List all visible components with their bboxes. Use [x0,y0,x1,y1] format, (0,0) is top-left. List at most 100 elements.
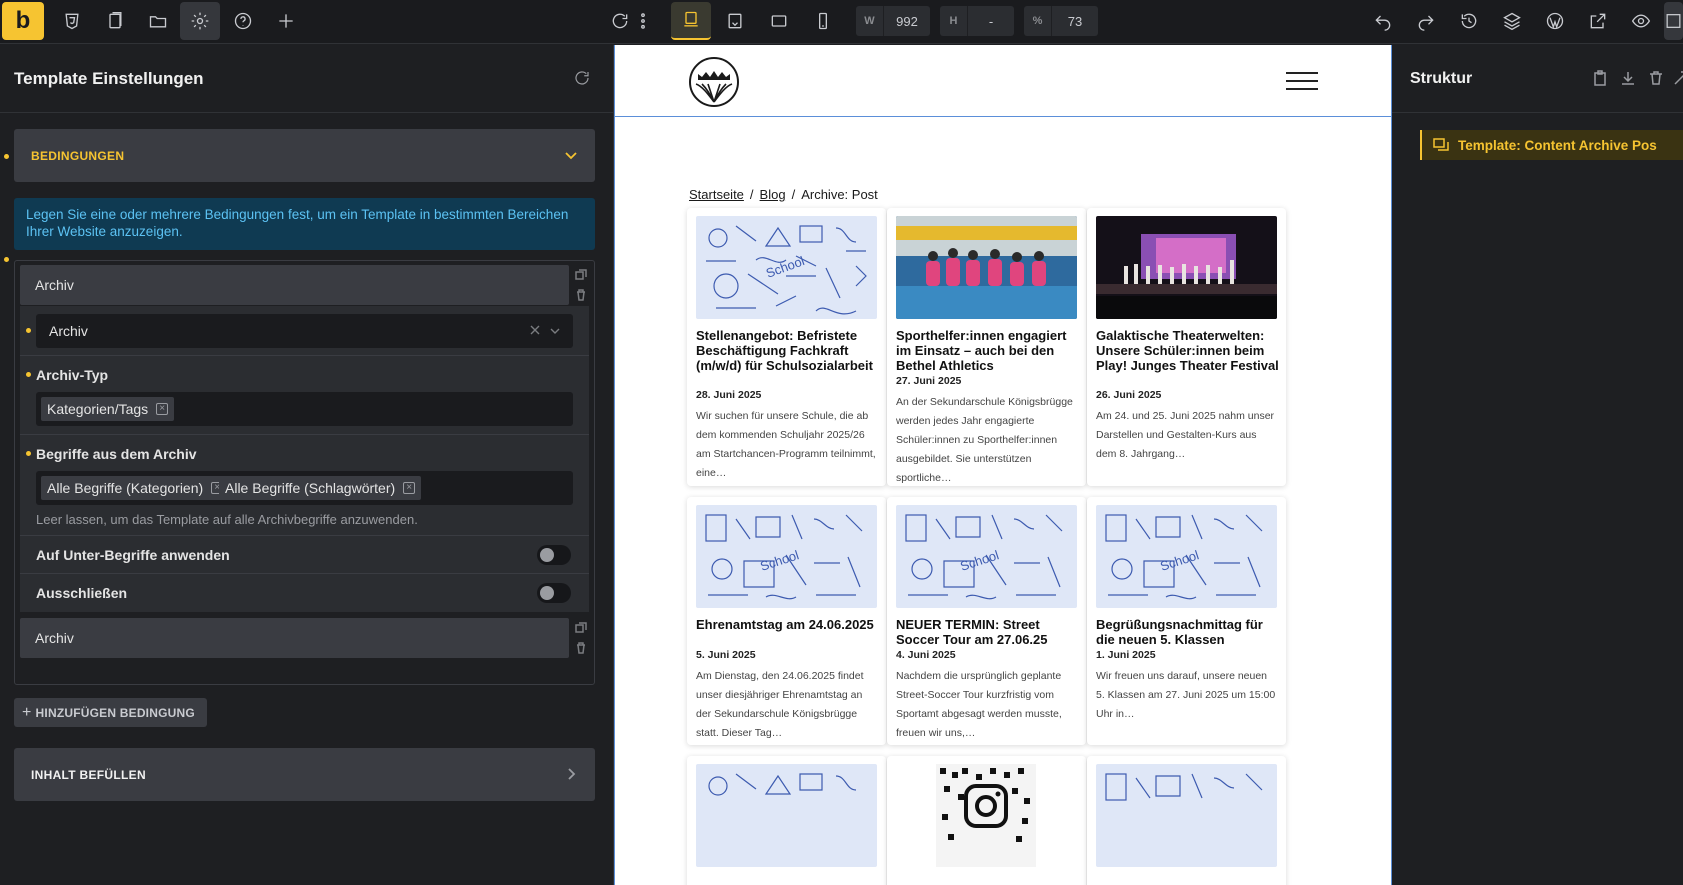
post-date: 4. Juni 2025 [896,649,956,661]
panel-toggle-icon[interactable] [1664,2,1683,40]
height-value: - [988,13,994,29]
tag-label: Kategorien/Tags [47,401,149,417]
duplicate-icon[interactable] [575,269,587,281]
doodle-thumbnail: School [696,216,877,319]
wordpress-icon[interactable] [1535,2,1575,40]
remove-tag-icon[interactable]: × [403,482,416,494]
condition-body: Archiv Archiv-Typ Kategorien/Tags × Begr… [20,306,589,612]
condition-header[interactable]: Archiv [20,618,569,658]
subterms-toggle[interactable] [537,545,571,565]
trash-icon[interactable] [575,642,587,654]
width-field[interactable]: W 992 [856,6,930,36]
shield-icon[interactable] [52,2,92,40]
post-title[interactable]: Sporthelfer:innen engagiert im Einsatz –… [896,328,1080,373]
pages-icon[interactable] [95,2,135,40]
structure-panel: Struktur Template: Content Archive Pos [1392,45,1683,885]
clear-icon[interactable] [529,324,541,336]
condition-title: Archiv [35,277,74,293]
mobile-icon[interactable] [803,2,843,40]
collapse-icon[interactable] [1673,70,1683,86]
doodle-thumbnail: School [696,505,877,608]
add-condition-button[interactable]: + HINZUFÜGEN BEDINGUNG [14,698,207,727]
template-icon [1433,138,1449,151]
tablet-portrait-icon[interactable] [759,2,799,40]
post-card[interactable] [687,756,886,885]
breadcrumb-current: Archive: Post [801,187,878,202]
reset-icon[interactable] [573,69,591,87]
redo-icon[interactable] [1406,2,1446,40]
archive-terms-multiselect[interactable]: Alle Begriffe (Kategorien) × Alle Begrif… [36,471,573,505]
modified-indicator [4,257,9,262]
height-field[interactable]: H - [940,6,1014,36]
modified-indicator [26,328,31,333]
tag-label: Alle Begriffe (Kategorien) [47,480,204,496]
archive-terms-row: Begriffe aus dem Archiv Alle Begriffe (K… [20,435,589,536]
post-card[interactable]: Galaktische Theaterwelten: Unsere Schüle… [1087,208,1286,486]
preview-canvas[interactable]: Startseite / Blog / Archive: Post School Ste… [614,45,1392,885]
post-card[interactable]: School Ehrenamtstag am 24.06.2025 5. Jun… [687,497,886,745]
condition-title: Archiv [35,630,74,646]
trash-icon[interactable] [575,289,587,301]
post-card[interactable]: School Begrüßungsnachmittag für die neue… [1087,497,1286,745]
remove-tag-icon[interactable]: × [156,403,169,415]
tablet-landscape-icon[interactable] [715,2,755,40]
archive-type-label: Archiv-Typ [36,367,109,383]
archive-type-row: Archiv-Typ Kategorien/Tags × [20,356,589,435]
post-title[interactable]: Ehrenamtstag am 24.06.2025 [696,617,880,632]
exclude-toggle[interactable] [537,583,571,603]
subterms-label: Auf Unter-Begriffe anwenden [36,547,230,563]
post-card[interactable]: Sporthelfer:innen engagiert im Einsatz –… [887,208,1086,486]
fill-content-accordion[interactable]: INHALT BEFÜLLEN [14,748,595,801]
archive-select[interactable]: Archiv [36,314,573,348]
download-icon[interactable] [1620,70,1636,86]
term-tag-categories: Alle Begriffe (Kategorien) × [41,476,230,500]
panel-title: Template Einstellungen [14,68,204,88]
post-title[interactable]: Stellenangebot: Befristete Beschäftigung… [696,328,880,373]
template-settings-panel: Template Einstellungen BEDINGUNGEN Legen… [0,45,614,885]
layers-icon[interactable] [1492,2,1532,40]
history-icon[interactable] [1449,2,1489,40]
chevron-down-icon [565,152,577,160]
school-logo-icon[interactable] [688,56,740,108]
post-card[interactable] [887,756,1086,885]
post-card[interactable]: School Stellenangebot: Befristete Beschä… [687,208,886,486]
more-vertical-icon[interactable] [633,2,653,40]
pool-photo-thumbnail [896,216,1077,319]
qr-code-thumbnail [896,764,1077,867]
term-tag-tags: Alle Begriffe (Schlagwörter) × [219,476,422,500]
breadcrumb-blog-link[interactable]: Blog [760,187,786,202]
post-title[interactable]: Begrüßungsnachmittag für die neuen 5. Kl… [1096,617,1280,647]
clipboard-icon[interactable] [1592,70,1608,86]
doodle-thumbnail: School [1096,505,1277,608]
hamburger-menu-icon[interactable] [1286,72,1318,92]
builder-logo-button[interactable]: b [2,2,44,40]
desktop-breakpoint-icon[interactable] [671,2,711,40]
zoom-label: % [1024,6,1052,36]
help-icon[interactable] [223,2,263,40]
post-excerpt: An der Sekundarschule Königsbrügge werde… [896,396,1073,484]
post-excerpt: Wir suchen für unsere Schule, die ab dem… [696,410,876,479]
external-link-icon[interactable] [1578,2,1618,40]
post-title[interactable]: NEUER TERMIN: Street Soccer Tour am 27.0… [896,617,1080,647]
post-card[interactable] [1087,756,1286,885]
modified-indicator [26,372,31,377]
undo-icon[interactable] [1363,2,1403,40]
preview-eye-icon[interactable] [1621,2,1661,40]
condition-header[interactable]: Archiv [20,265,569,305]
post-card[interactable]: School NEUER TERMIN: Street Soccer Tour … [887,497,1086,745]
site-header [615,45,1391,117]
breadcrumb-home-link[interactable]: Startseite [689,187,744,202]
archive-type-multiselect[interactable]: Kategorien/Tags × [36,392,573,426]
folder-icon[interactable] [138,2,178,40]
post-title[interactable]: Galaktische Theaterwelten: Unsere Schüle… [1096,328,1280,373]
zoom-value: 73 [1067,13,1083,29]
structure-tree-item[interactable]: Template: Content Archive Pos [1420,130,1683,160]
gear-icon[interactable] [180,2,220,40]
duplicate-icon[interactable] [575,622,587,634]
exclude-label: Ausschließen [36,585,128,601]
add-icon[interactable] [266,2,306,40]
trash-icon[interactable] [1648,70,1664,86]
conditions-info: Legen Sie eine oder mehrere Bedingungen … [14,198,595,250]
conditions-accordion[interactable]: BEDINGUNGEN [14,129,595,182]
zoom-field[interactable]: % 73 [1024,6,1098,36]
